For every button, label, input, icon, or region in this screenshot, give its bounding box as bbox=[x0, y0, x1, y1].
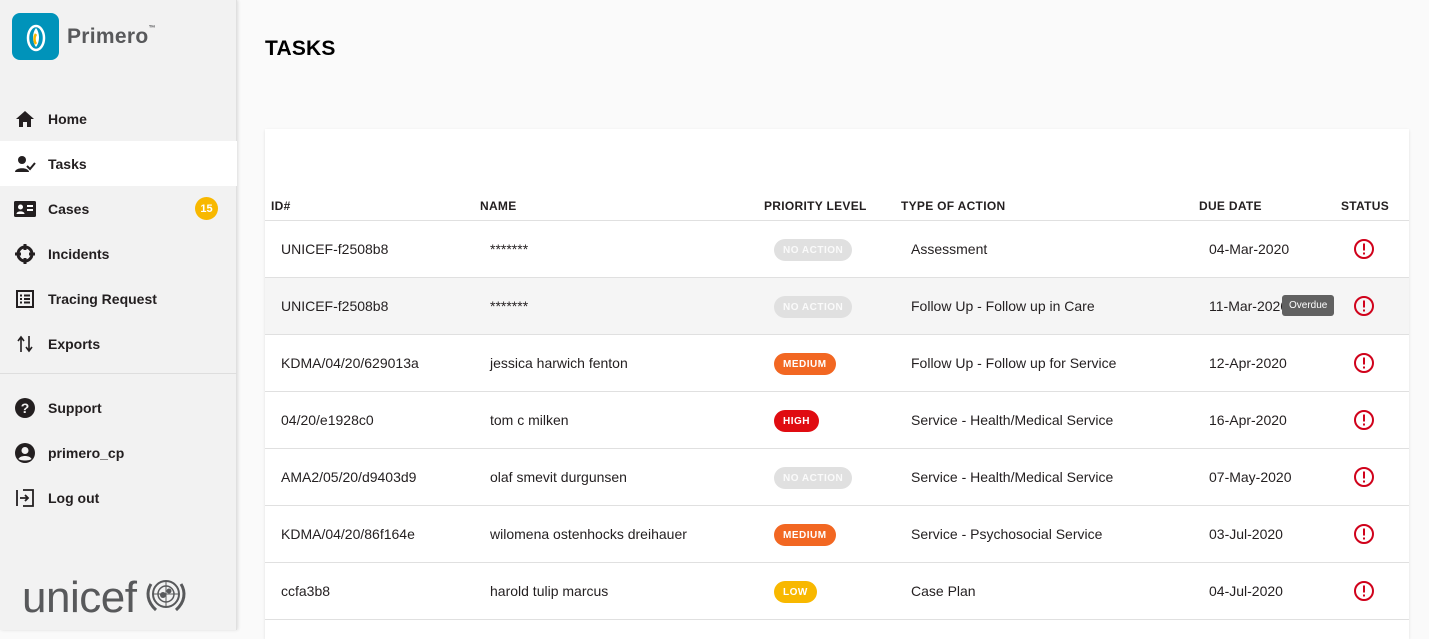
sidebar: Primero™ Home Tasks Cases 15 Incidents T… bbox=[0, 0, 237, 630]
sidebar-item-label: Tasks bbox=[48, 155, 87, 172]
priority-chip: NO ACTION bbox=[774, 467, 853, 489]
priority-chip: NO ACTION bbox=[774, 239, 853, 261]
cases-count-badge: 15 bbox=[195, 197, 218, 220]
alert-circle-icon bbox=[1353, 352, 1375, 374]
unicef-logo: unicef bbox=[22, 574, 188, 621]
primero-logo-icon bbox=[12, 13, 59, 60]
column-header-priority[interactable]: PRIORITY LEVEL bbox=[764, 199, 867, 213]
tasks-icon bbox=[14, 153, 36, 175]
sidebar-item-label: Log out bbox=[48, 489, 100, 506]
task-id: KDMA/04/20/629013a bbox=[281, 355, 419, 371]
priority-chip: MEDIUM bbox=[774, 353, 836, 375]
task-id: UNICEF-f2508b8 bbox=[281, 298, 389, 314]
sidebar-item-account[interactable]: primero_cp bbox=[0, 430, 237, 475]
help-icon: ? bbox=[14, 397, 36, 419]
overdue-tooltip: Overdue bbox=[1282, 295, 1335, 316]
table-row[interactable]: ccfa3b8 harold tulip marcus LOW Case Plan 04… bbox=[265, 563, 1409, 620]
sidebar-item-label: primero_cp bbox=[48, 444, 125, 461]
alert-circle-icon bbox=[1353, 523, 1375, 545]
task-name: tom c milken bbox=[490, 412, 569, 428]
sidebar-item-incidents[interactable]: Incidents bbox=[0, 231, 237, 276]
sidebar-item-label: Exports bbox=[48, 335, 101, 352]
app-name: Primero™ bbox=[67, 24, 156, 48]
sidebar-item-label: Tracing Request bbox=[48, 290, 157, 307]
priority-chip: LOW bbox=[774, 581, 817, 603]
tasks-table-card: ID# NAME PRIORITY LEVEL TYPE OF ACTION D… bbox=[265, 129, 1409, 639]
task-id: ccfa3b8 bbox=[281, 583, 331, 599]
page-title: TASKS bbox=[265, 37, 336, 60]
task-due-date: 16-Apr-2020 bbox=[1209, 412, 1287, 428]
sidebar-item-label: Incidents bbox=[48, 245, 110, 262]
alert-circle-icon bbox=[1353, 580, 1375, 602]
task-due-date: 04-Jul-2020 bbox=[1209, 583, 1283, 599]
task-name: ******* bbox=[490, 298, 529, 314]
task-id: UNICEF-f2508b8 bbox=[281, 241, 389, 257]
column-header-type-of-action[interactable]: TYPE OF ACTION bbox=[901, 199, 1005, 213]
task-type-of-action: Service - Health/Medical Service bbox=[911, 412, 1114, 428]
table-row[interactable]: UNICEF-f2508b8 ******* NO ACTION Assessment… bbox=[265, 221, 1409, 278]
task-type-of-action: Follow Up - Follow up in Care bbox=[911, 298, 1095, 314]
brand[interactable]: Primero™ bbox=[12, 13, 156, 60]
priority-chip: MEDIUM bbox=[774, 524, 836, 546]
table-row[interactable]: KDMA/04/20/629013a jessica harwich fenton… bbox=[265, 335, 1409, 392]
table-header: ID# NAME PRIORITY LEVEL TYPE OF ACTION D… bbox=[265, 191, 1409, 221]
sidebar-item-support[interactable]: ? Support bbox=[0, 385, 237, 430]
account-icon bbox=[14, 442, 36, 464]
sidebar-item-home[interactable]: Home bbox=[0, 96, 237, 141]
logout-icon bbox=[14, 487, 36, 509]
sort-arrows-icon bbox=[14, 333, 36, 355]
task-type-of-action: Service - Health/Medical Service bbox=[911, 469, 1114, 485]
alert-circle-icon bbox=[1353, 409, 1375, 431]
incidents-icon bbox=[14, 243, 36, 265]
task-due-date: 03-Jul-2020 bbox=[1209, 526, 1283, 542]
task-id: AMA2/05/20/d9403d9 bbox=[281, 469, 417, 485]
task-type-of-action: Service - Psychosocial Service bbox=[911, 526, 1103, 542]
task-name: jessica harwich fenton bbox=[490, 355, 628, 371]
column-header-status[interactable]: STATUS bbox=[1341, 199, 1389, 213]
table-row[interactable]: KDMA/04/20/86f164e wilomena ostenhocks dr… bbox=[265, 506, 1409, 563]
task-due-date: 04-Mar-2020 bbox=[1209, 241, 1290, 257]
unicef-emblem-icon bbox=[144, 574, 188, 621]
sidebar-item-tasks[interactable]: Tasks bbox=[0, 141, 237, 186]
sidebar-item-logout[interactable]: Log out bbox=[0, 475, 237, 520]
table-row[interactable]: AMA2/05/20/d9403d9 olaf smevit durgunsen N… bbox=[265, 449, 1409, 506]
table-row[interactable]: 04/20/e1928c0 tom c milken HIGH Service - H… bbox=[265, 392, 1409, 449]
task-name: harold tulip marcus bbox=[490, 583, 609, 599]
sidebar-item-exports[interactable]: Exports bbox=[0, 321, 237, 366]
alert-circle-icon bbox=[1353, 295, 1375, 317]
column-header-id[interactable]: ID# bbox=[271, 199, 291, 213]
home-icon bbox=[14, 108, 36, 130]
cases-icon bbox=[14, 198, 36, 220]
priority-chip: NO ACTION bbox=[774, 296, 853, 318]
task-id: KDMA/04/20/86f164e bbox=[281, 526, 415, 542]
column-header-name[interactable]: NAME bbox=[480, 199, 517, 213]
list-icon bbox=[14, 288, 36, 310]
task-due-date: 07-May-2020 bbox=[1209, 469, 1292, 485]
task-type-of-action: Case Plan bbox=[911, 583, 976, 599]
alert-circle-icon bbox=[1353, 466, 1375, 488]
sidebar-item-tracing-request[interactable]: Tracing Request bbox=[0, 276, 237, 321]
task-due-date: 11-Mar-2020 bbox=[1209, 298, 1289, 314]
table-row[interactable]: UNICEF-f2508b8 ******* NO ACTION Follow Up … bbox=[265, 278, 1409, 335]
task-name: ******* bbox=[490, 241, 529, 257]
alert-circle-icon bbox=[1353, 238, 1375, 260]
sidebar-item-cases[interactable]: Cases 15 bbox=[0, 186, 237, 231]
task-due-date: 12-Apr-2020 bbox=[1209, 355, 1287, 371]
task-type-of-action: Assessment bbox=[911, 241, 988, 257]
sidebar-item-label: Cases bbox=[48, 200, 90, 217]
task-type-of-action: Follow Up - Follow up for Service bbox=[911, 355, 1117, 371]
sidebar-divider bbox=[0, 373, 237, 374]
task-name: olaf smevit durgunsen bbox=[490, 469, 627, 485]
sidebar-item-label: Support bbox=[48, 399, 102, 416]
column-header-due-date[interactable]: DUE DATE bbox=[1199, 199, 1262, 213]
sidebar-item-label: Home bbox=[48, 110, 87, 127]
svg-text:?: ? bbox=[21, 400, 30, 416]
task-name: wilomena ostenhocks dreihauer bbox=[490, 526, 687, 542]
task-id: 04/20/e1928c0 bbox=[281, 412, 374, 428]
priority-chip: HIGH bbox=[774, 410, 819, 432]
